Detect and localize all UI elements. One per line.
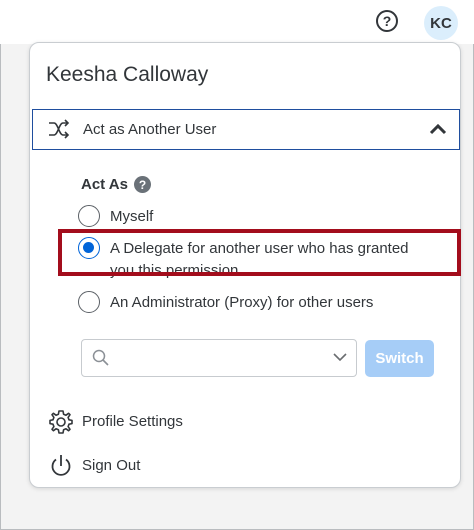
help-icon[interactable]: ? <box>376 10 398 32</box>
gear-icon <box>48 410 74 439</box>
user-avatar[interactable]: KC <box>424 6 458 40</box>
act-as-section-header[interactable]: Act as Another User <box>32 109 460 150</box>
menu-label: Profile Settings <box>82 413 183 430</box>
profile-settings-item[interactable]: Profile Settings <box>48 409 183 440</box>
act-as-label: Act As <box>81 176 128 193</box>
switch-button[interactable]: Switch <box>365 340 434 377</box>
user-name: Keesha Calloway <box>46 63 209 86</box>
shuffle-icon <box>47 118 71 145</box>
radio-button[interactable] <box>78 291 100 313</box>
section-title: Act as Another User <box>83 121 217 138</box>
info-icon[interactable]: ? <box>134 176 151 193</box>
chevron-down-icon[interactable] <box>332 350 348 369</box>
highlight-annotation-box <box>58 229 461 276</box>
user-search-combobox[interactable] <box>81 339 357 377</box>
chevron-up-icon[interactable] <box>429 122 447 141</box>
user-menu-panel: Keesha Calloway Act as Another User Act … <box>29 42 461 488</box>
radio-button[interactable] <box>78 205 100 227</box>
sign-out-item[interactable]: Sign Out <box>48 453 140 484</box>
power-icon <box>48 455 74 483</box>
search-icon <box>92 349 110 372</box>
radio-label: Myself <box>110 208 154 225</box>
top-bar: ? KC <box>0 0 474 44</box>
menu-label: Sign Out <box>82 457 141 474</box>
radio-label: An Administrator (Proxy) for other users <box>110 294 374 311</box>
